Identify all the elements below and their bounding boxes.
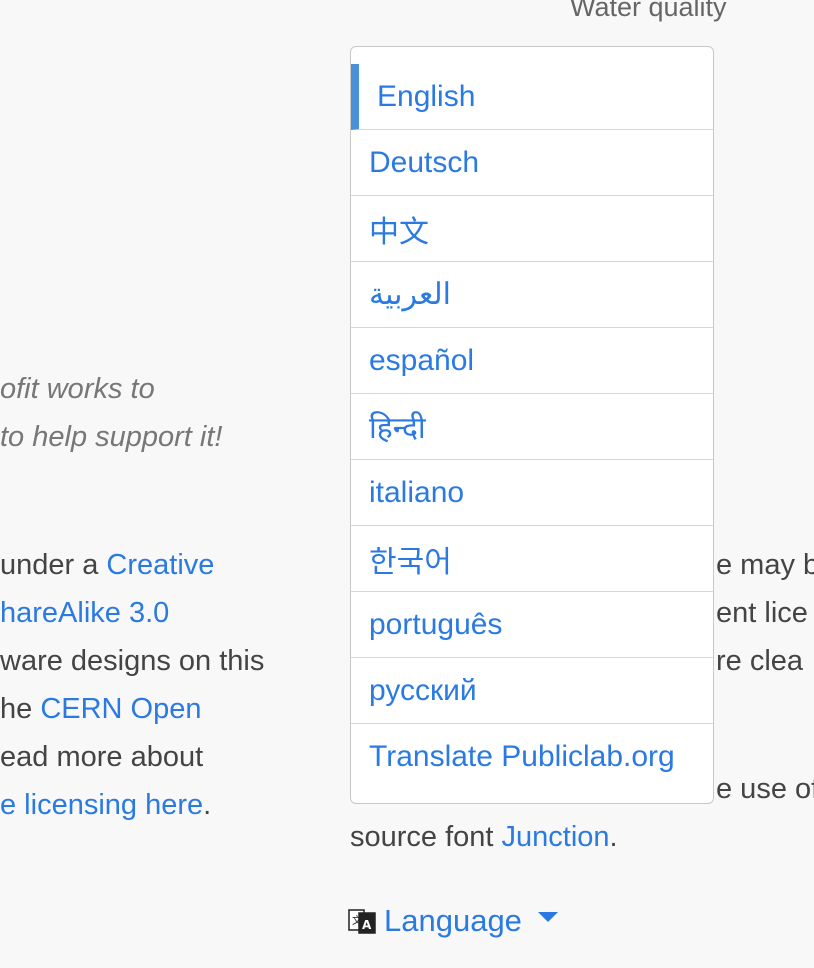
svg-text:A: A [362, 918, 372, 932]
language-option-arabic[interactable]: العربية [351, 262, 713, 328]
language-option-russian[interactable]: русский [351, 658, 713, 724]
right-fragment-4: e use of [716, 773, 814, 805]
creative-commons-link[interactable]: Creative [106, 549, 214, 581]
licensing-here-link[interactable]: e licensing here [0, 789, 203, 821]
license-line-4: he CERN Open [0, 693, 202, 725]
license-line-3: ware designs on this [0, 645, 265, 677]
sharealike-link[interactable]: hareAlike 3.0 [0, 597, 169, 629]
language-option-italian[interactable]: italiano [351, 460, 713, 526]
license-line-2: hareAlike 3.0 [0, 589, 169, 637]
license-line-6: e licensing here. [0, 789, 212, 821]
right-fragment-1: e may b [716, 549, 814, 581]
language-option-english[interactable]: English [351, 64, 713, 130]
language-dropdown-menu: English Deutsch 中文 العربية español हिन्द… [350, 46, 714, 804]
water-quality-label: Water quality [570, 0, 727, 22]
right-fragment-2: ent lice [716, 597, 808, 629]
license-line-5: ead more about [0, 741, 204, 773]
language-option-chinese[interactable]: 中文 [351, 196, 713, 262]
svg-text:文: 文 [352, 914, 362, 927]
language-option-portuguese[interactable]: português [351, 592, 713, 658]
cern-open-link[interactable]: CERN Open [40, 693, 201, 725]
translate-publiclab-link[interactable]: Translate Publiclab.org [351, 724, 713, 790]
mission-line-1: ofit works to [0, 373, 155, 405]
language-option-spanish[interactable]: español [351, 328, 713, 394]
license-line-1: under a Creative [0, 549, 215, 581]
language-toggle-label: Language [384, 903, 522, 938]
font-credit-line: source font Junction. [350, 821, 618, 853]
language-option-hindi[interactable]: हिन्दी [351, 394, 713, 460]
mission-line-2: to help support it! [0, 421, 223, 453]
right-fragment-3: re clea [716, 645, 804, 677]
junction-font-link[interactable]: Junction [502, 821, 610, 853]
language-toggle-button[interactable]: 文 A Language [348, 903, 558, 939]
translate-icon: 文 A [348, 907, 376, 935]
language-option-deutsch[interactable]: Deutsch [351, 130, 713, 196]
chevron-down-icon [537, 912, 558, 922]
language-option-korean[interactable]: 한국어 [351, 526, 713, 592]
